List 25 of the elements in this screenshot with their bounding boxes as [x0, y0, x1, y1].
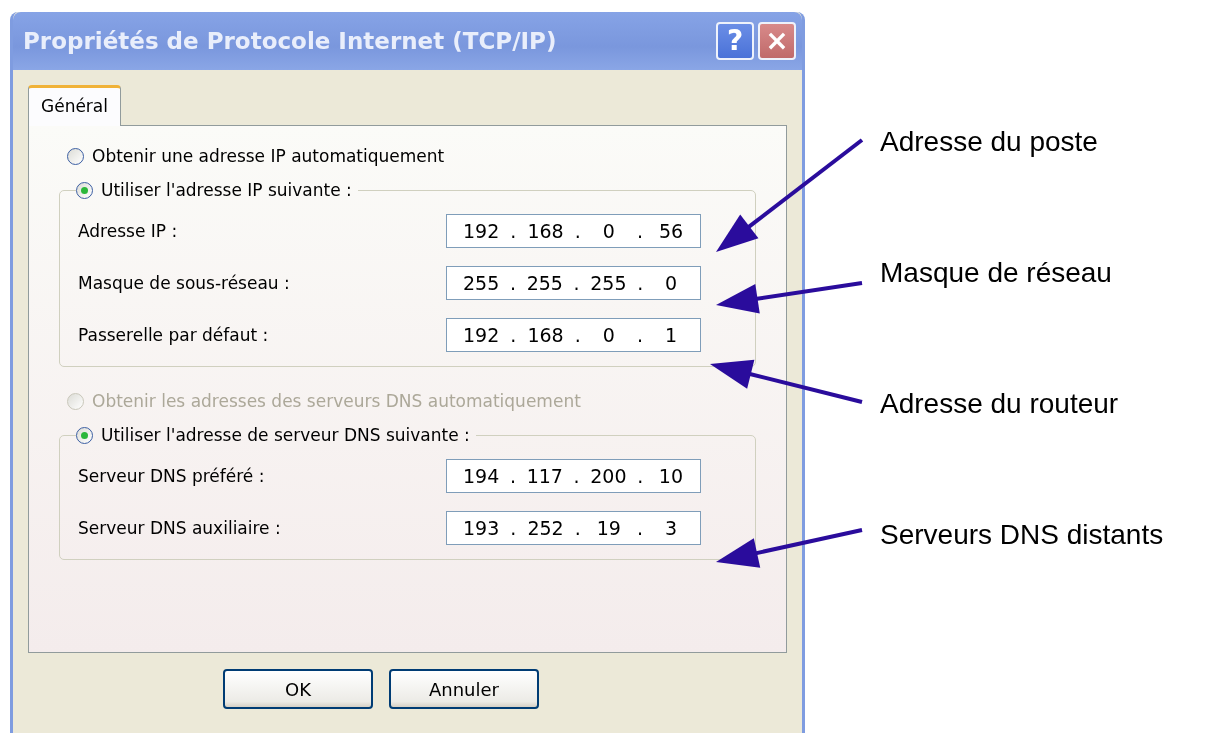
- field-label: Passerelle par défaut :: [78, 325, 269, 345]
- ip-address-field[interactable]: 194 . 117 . 200 . 10: [446, 459, 701, 493]
- radio-icon[interactable]: [76, 426, 93, 444]
- window-title: Propriétés de Protocole Internet (TCP/IP): [23, 28, 557, 54]
- field-label: Masque de sous-réseau :: [78, 273, 290, 293]
- help-button[interactable]: ?: [716, 22, 754, 60]
- annotation-label: Masque de réseau: [880, 256, 1113, 290]
- tab[interactable]: Général: [28, 85, 121, 126]
- annotation-label: Serveurs DNS distants: [880, 518, 1164, 552]
- cancel-button[interactable]: Annuler: [389, 669, 539, 709]
- ip-address-field[interactable]: 193 . 252 . 19 . 3: [446, 511, 701, 545]
- ip-address-field[interactable]: 255 . 255 . 255 . 0: [446, 266, 701, 300]
- field-label: Adresse IP :: [78, 221, 178, 241]
- radio-option[interactable]: Utiliser l'adresse de serveur DNS suivante :: [76, 425, 470, 445]
- field-label: Serveur DNS auxiliaire :: [78, 518, 281, 538]
- ip-address-field[interactable]: 192 . 168 . 0 . 1: [446, 318, 701, 352]
- radio-icon[interactable]: [76, 181, 93, 199]
- annotation-label: Adresse du poste: [880, 125, 1099, 159]
- annotation-label: Adresse du routeur: [880, 387, 1120, 421]
- radio-option[interactable]: Utiliser l'adresse IP suivante :: [76, 180, 352, 200]
- radio-icon[interactable]: [67, 147, 84, 165]
- ip-address-field[interactable]: 192 . 168 . 0 . 56: [446, 214, 701, 248]
- ok-button[interactable]: OK: [223, 669, 373, 709]
- radio-option[interactable]: Obtenir une adresse IP automatiquement: [67, 146, 756, 166]
- field-label: Serveur DNS préféré :: [78, 466, 265, 486]
